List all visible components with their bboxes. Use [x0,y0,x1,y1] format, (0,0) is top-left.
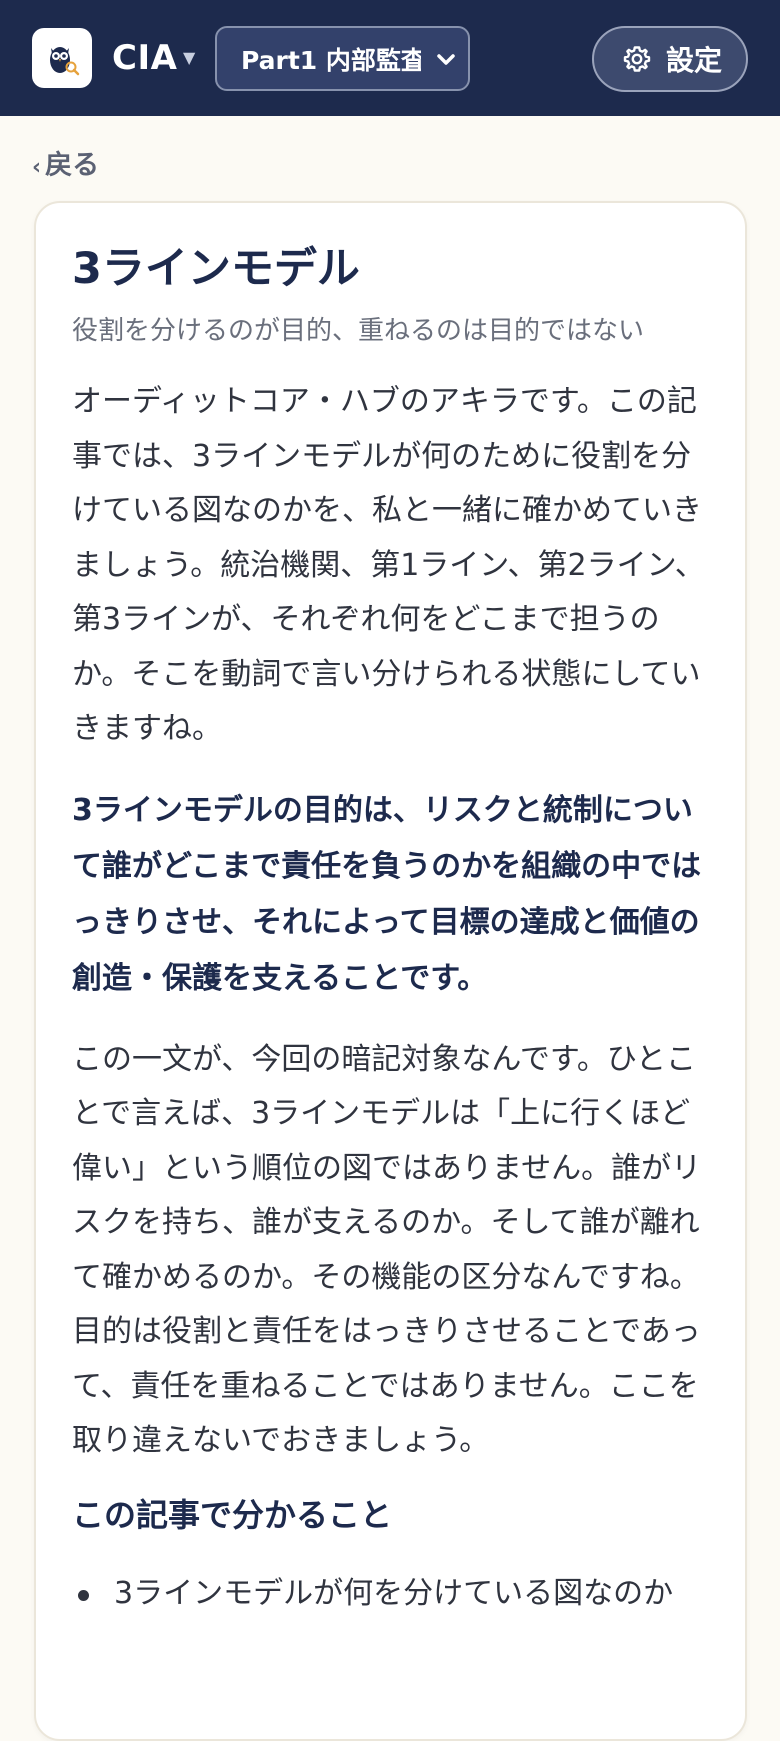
owl-logo-icon [50,47,80,76]
chevron-left-icon: ‹ [32,155,42,180]
list-item: 3ラインモデルが何を分けている図なのか [72,1567,712,1621]
learn-points-list: 3ラインモデルが何を分けている図なのか [72,1567,712,1621]
key-sentence: 3ラインモデルの目的は、リスクと統制について誰がどこまで責任を負うのかを組織の中… [72,792,702,996]
settings-button[interactable]: 設定 [592,26,748,92]
back-label: 戻る [45,150,100,181]
gear-icon [623,46,651,72]
caret-down-icon[interactable]: ▼ [183,48,195,68]
app-logo[interactable] [32,28,92,88]
article-title: 3ラインモデル [72,244,360,294]
article-body: 3ラインモデル 役割を分けるのが目的、重ねるのは目的ではない オーディットコア・… [72,241,712,1621]
explanation-paragraph: この一文が、今回の暗記対象なんです。ひとことで言えば、3ラインモデルは「上に行く… [72,1041,702,1459]
app-name[interactable]: CIA [112,38,177,78]
chevron-down-icon [437,54,455,65]
part-select[interactable]: Part1 内部監査 [215,26,470,91]
back-link[interactable]: ‹ 戻る [32,148,99,186]
article-subtitle: 役割を分けるのが目的、重ねるのは目的ではない [72,316,645,346]
app-header: CIA ▼ Part1 内部監査 設定 [0,0,780,116]
article-card: 3ラインモデル 役割を分けるのが目的、重ねるのは目的ではない オーディットコア・… [34,201,747,1741]
settings-label: 設定 [666,44,723,77]
intro-paragraph: オーディットコア・ハブのアキラです。この記事では、3ラインモデルが何のために役割… [72,384,705,746]
learn-section-heading: この記事で分かること [72,1495,393,1534]
part-select-value: Part1 内部監査 [241,45,421,75]
